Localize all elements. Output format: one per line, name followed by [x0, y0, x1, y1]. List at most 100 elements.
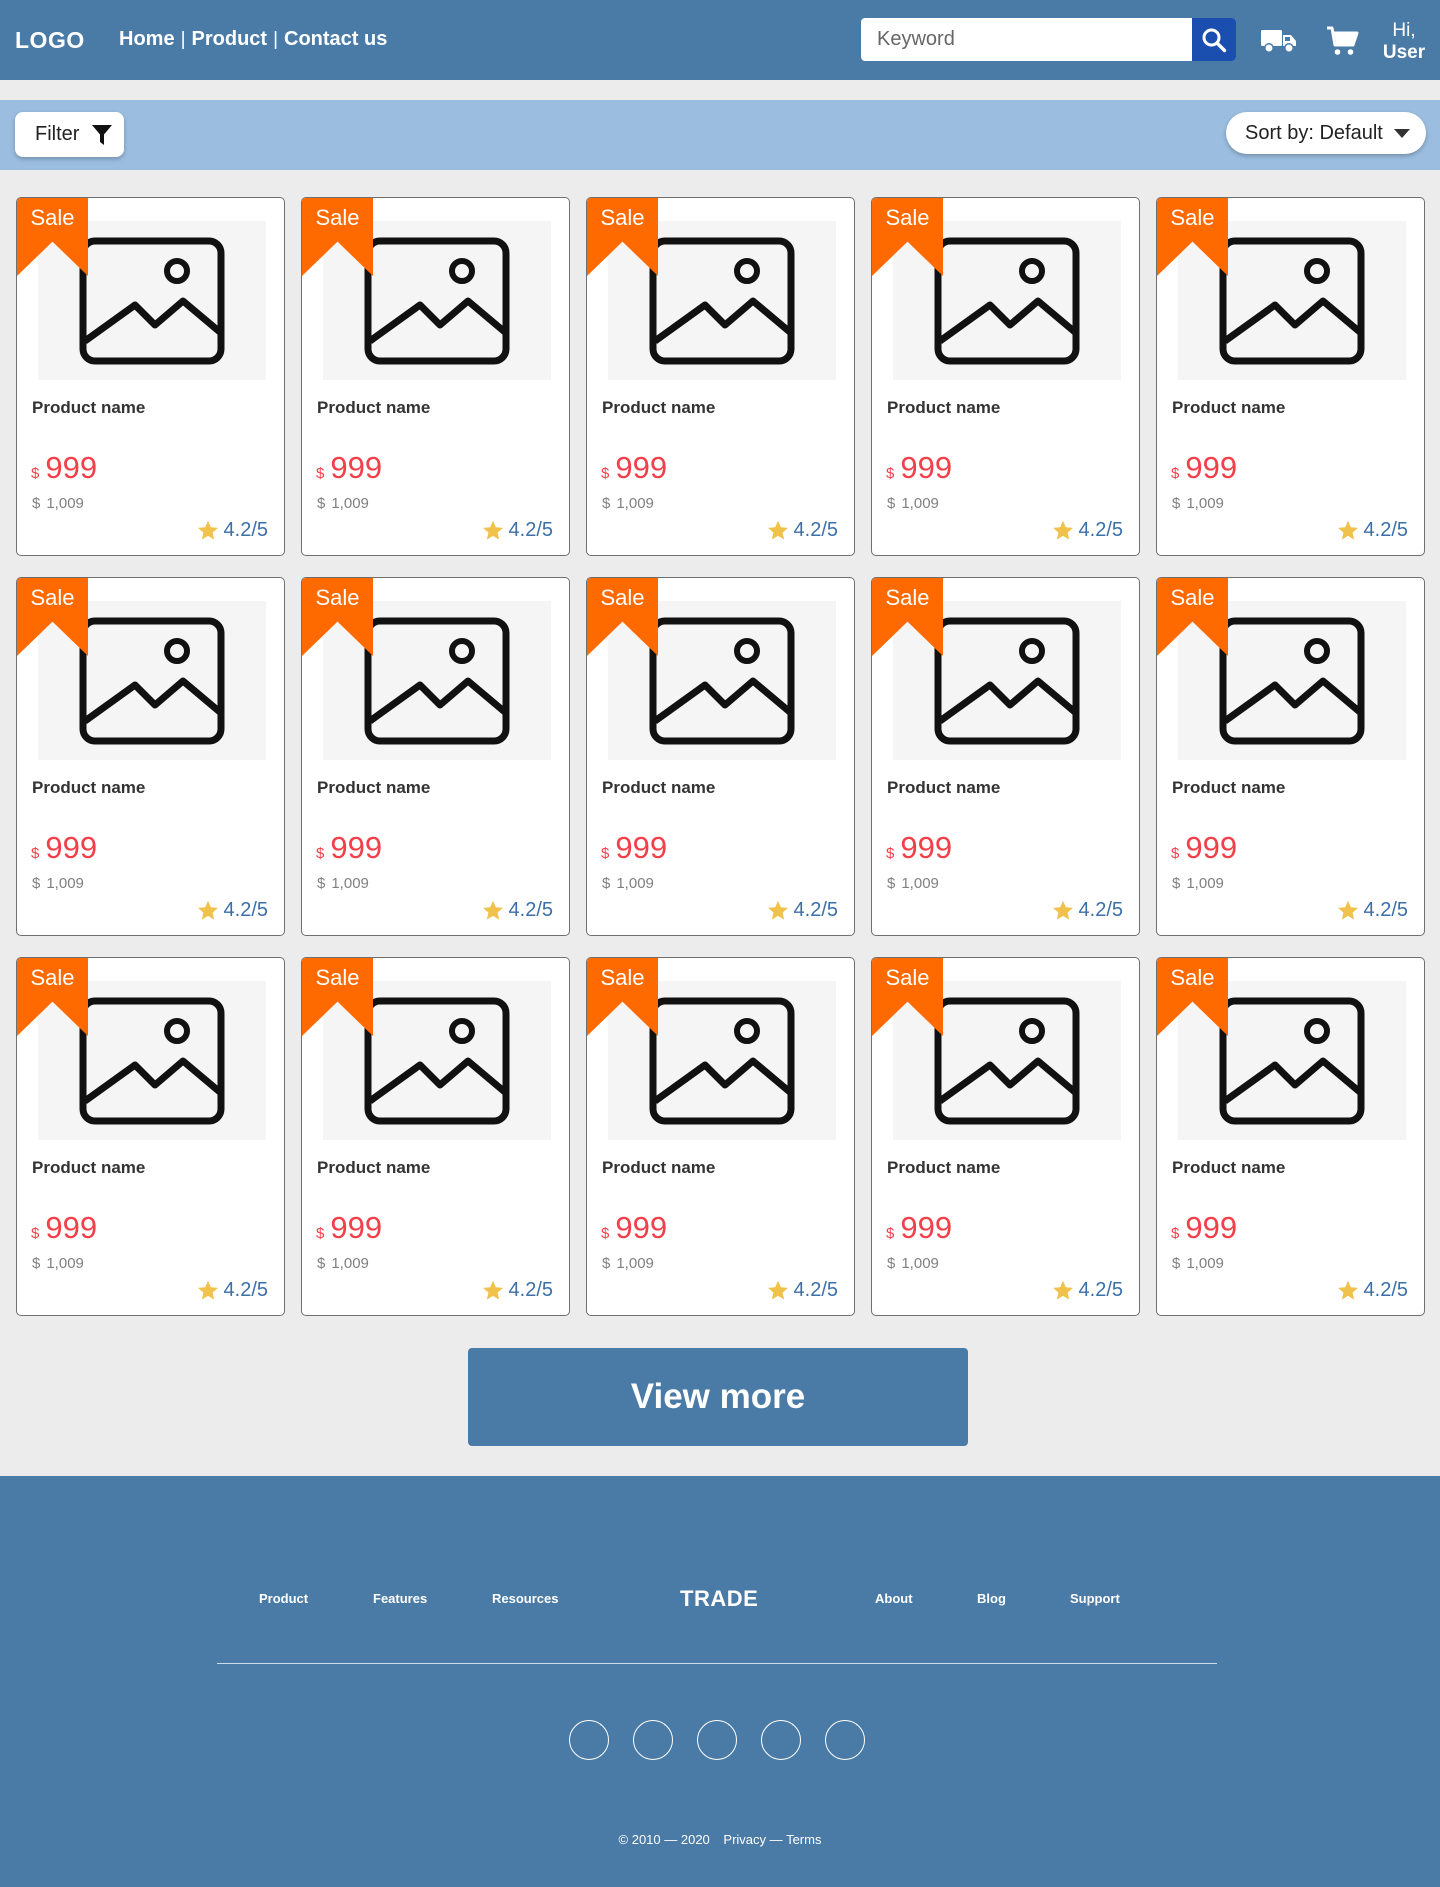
product-name[interactable]: Product name: [32, 398, 145, 418]
product-name[interactable]: Product name: [32, 778, 145, 798]
product-card[interactable]: Sale Product name $ 999 $1,009 4.2/5: [1156, 957, 1425, 1316]
image-placeholder-icon: [934, 237, 1080, 364]
product-card[interactable]: Sale Product name $ 999 $1,009 4.2/5: [871, 197, 1140, 556]
product-name[interactable]: Product name: [317, 398, 430, 418]
footer-link-support[interactable]: Support: [1070, 1591, 1120, 1606]
search-input[interactable]: [861, 18, 1191, 61]
price-amount: 999: [330, 830, 383, 865]
star-icon: [197, 1280, 218, 1300]
product-card[interactable]: Sale Product name $ 999 $1,009 4.2/5: [586, 577, 855, 936]
user-greeting[interactable]: Hi, User: [1376, 20, 1432, 64]
original-price-currency: $: [32, 875, 41, 892]
product-name[interactable]: Product name: [602, 1158, 715, 1178]
product-card[interactable]: Sale Product name $ 999 $1,009 4.2/5: [871, 957, 1140, 1316]
product-card[interactable]: Sale Product name $ 999 $1,009 4.2/5: [16, 197, 285, 556]
footer-link-features[interactable]: Features: [373, 1591, 427, 1606]
product-price: $ 999: [601, 830, 667, 866]
social-icon[interactable]: [633, 1720, 673, 1760]
product-card[interactable]: Sale Product name $ 999 $1,009 4.2/5: [301, 197, 570, 556]
logo[interactable]: LOGO: [15, 27, 85, 54]
view-more-button[interactable]: View more: [468, 1348, 968, 1446]
product-card[interactable]: Sale Product name $ 999 $1,009 4.2/5: [16, 957, 285, 1316]
product-card[interactable]: Sale Product name $ 999 $1,009 4.2/5: [586, 957, 855, 1316]
product-card[interactable]: Sale Product name $ 999 $1,009 4.2/5: [871, 577, 1140, 936]
original-price-currency: $: [602, 1255, 611, 1272]
privacy-link[interactable]: Privacy: [723, 1832, 766, 1847]
star-icon: [1052, 900, 1073, 920]
product-name[interactable]: Product name: [1172, 1158, 1285, 1178]
product-card[interactable]: Sale Product name $ 999 $1,009 4.2/5: [1156, 577, 1425, 936]
product-price: $ 999: [1171, 1210, 1237, 1246]
image-placeholder-icon: [649, 237, 795, 364]
sale-badge-label: Sale: [30, 585, 75, 610]
footer-link-blog[interactable]: Blog: [977, 1591, 1006, 1606]
product-name[interactable]: Product name: [317, 778, 430, 798]
image-placeholder-icon: [934, 617, 1080, 744]
social-icon[interactable]: [761, 1720, 801, 1760]
sort-label: Sort by: Default: [1245, 121, 1383, 144]
product-price: $ 999: [601, 1210, 667, 1246]
product-rating: 4.2/5: [482, 1279, 553, 1302]
original-price-currency: $: [602, 495, 611, 512]
social-icon[interactable]: [569, 1720, 609, 1760]
original-price-amount: 1,009: [46, 875, 84, 892]
product-name[interactable]: Product name: [887, 398, 1000, 418]
rating-value: 4.2/5: [1363, 899, 1408, 921]
toolbar: Filter Sort by: Default: [0, 100, 1440, 170]
product-rating: 4.2/5: [767, 899, 838, 922]
original-price-amount: 1,009: [901, 1255, 939, 1272]
product-card[interactable]: Sale Product name $ 999 $1,009 4.2/5: [16, 577, 285, 936]
footer-link-resources[interactable]: Resources: [492, 1591, 558, 1606]
product-price: $ 999: [1171, 830, 1237, 866]
product-rating: 4.2/5: [197, 899, 268, 922]
user-name: User: [1382, 42, 1426, 63]
rating-value: 4.2/5: [1363, 1279, 1408, 1301]
product-name[interactable]: Product name: [887, 1158, 1000, 1178]
sort-dropdown[interactable]: Sort by: Default: [1226, 112, 1426, 154]
price-currency: $: [1171, 1225, 1180, 1242]
truck-icon[interactable]: [1261, 26, 1297, 54]
star-icon: [482, 520, 503, 540]
social-icon[interactable]: [697, 1720, 737, 1760]
price-amount: 999: [45, 450, 98, 485]
original-price-amount: 1,009: [46, 1255, 84, 1272]
price-currency: $: [316, 845, 325, 862]
product-card[interactable]: Sale Product name $ 999 $1,009 4.2/5: [301, 577, 570, 936]
original-price: $1,009: [1172, 875, 1224, 892]
original-price: $1,009: [887, 875, 939, 892]
product-rating: 4.2/5: [482, 899, 553, 922]
product-name[interactable]: Product name: [1172, 398, 1285, 418]
product-card[interactable]: Sale Product name $ 999 $1,009 4.2/5: [301, 957, 570, 1316]
original-price-amount: 1,009: [616, 875, 654, 892]
terms-link[interactable]: Terms: [786, 1832, 821, 1847]
rating-value: 4.2/5: [508, 519, 553, 541]
star-icon: [767, 1280, 788, 1300]
product-rating: 4.2/5: [1052, 899, 1123, 922]
filter-button[interactable]: Filter: [15, 112, 124, 157]
nav-home[interactable]: Home: [119, 28, 175, 51]
product-card[interactable]: Sale Product name $ 999 $1,009 4.2/5: [586, 197, 855, 556]
nav-product[interactable]: Product: [192, 28, 268, 51]
search-button[interactable]: [1192, 18, 1236, 61]
star-icon: [1337, 520, 1358, 540]
product-name[interactable]: Product name: [887, 778, 1000, 798]
star-icon: [767, 520, 788, 540]
product-card[interactable]: Sale Product name $ 999 $1,009 4.2/5: [1156, 197, 1425, 556]
product-price: $ 999: [316, 1210, 382, 1246]
product-name[interactable]: Product name: [317, 1158, 430, 1178]
product-name[interactable]: Product name: [602, 398, 715, 418]
footer-link-about[interactable]: About: [875, 1591, 913, 1606]
social-icon[interactable]: [825, 1720, 865, 1760]
product-name[interactable]: Product name: [32, 1158, 145, 1178]
cart-icon[interactable]: [1325, 24, 1359, 58]
product-name[interactable]: Product name: [1172, 778, 1285, 798]
price-currency: $: [601, 465, 610, 482]
product-price: $ 999: [886, 830, 952, 866]
product-price: $ 999: [316, 830, 382, 866]
nav-contact-us[interactable]: Contact us: [284, 28, 387, 51]
original-price-amount: 1,009: [46, 495, 84, 512]
rating-value: 4.2/5: [793, 519, 838, 541]
product-name[interactable]: Product name: [602, 778, 715, 798]
price-amount: 999: [1185, 1210, 1238, 1245]
footer-link-product[interactable]: Product: [259, 1591, 308, 1606]
